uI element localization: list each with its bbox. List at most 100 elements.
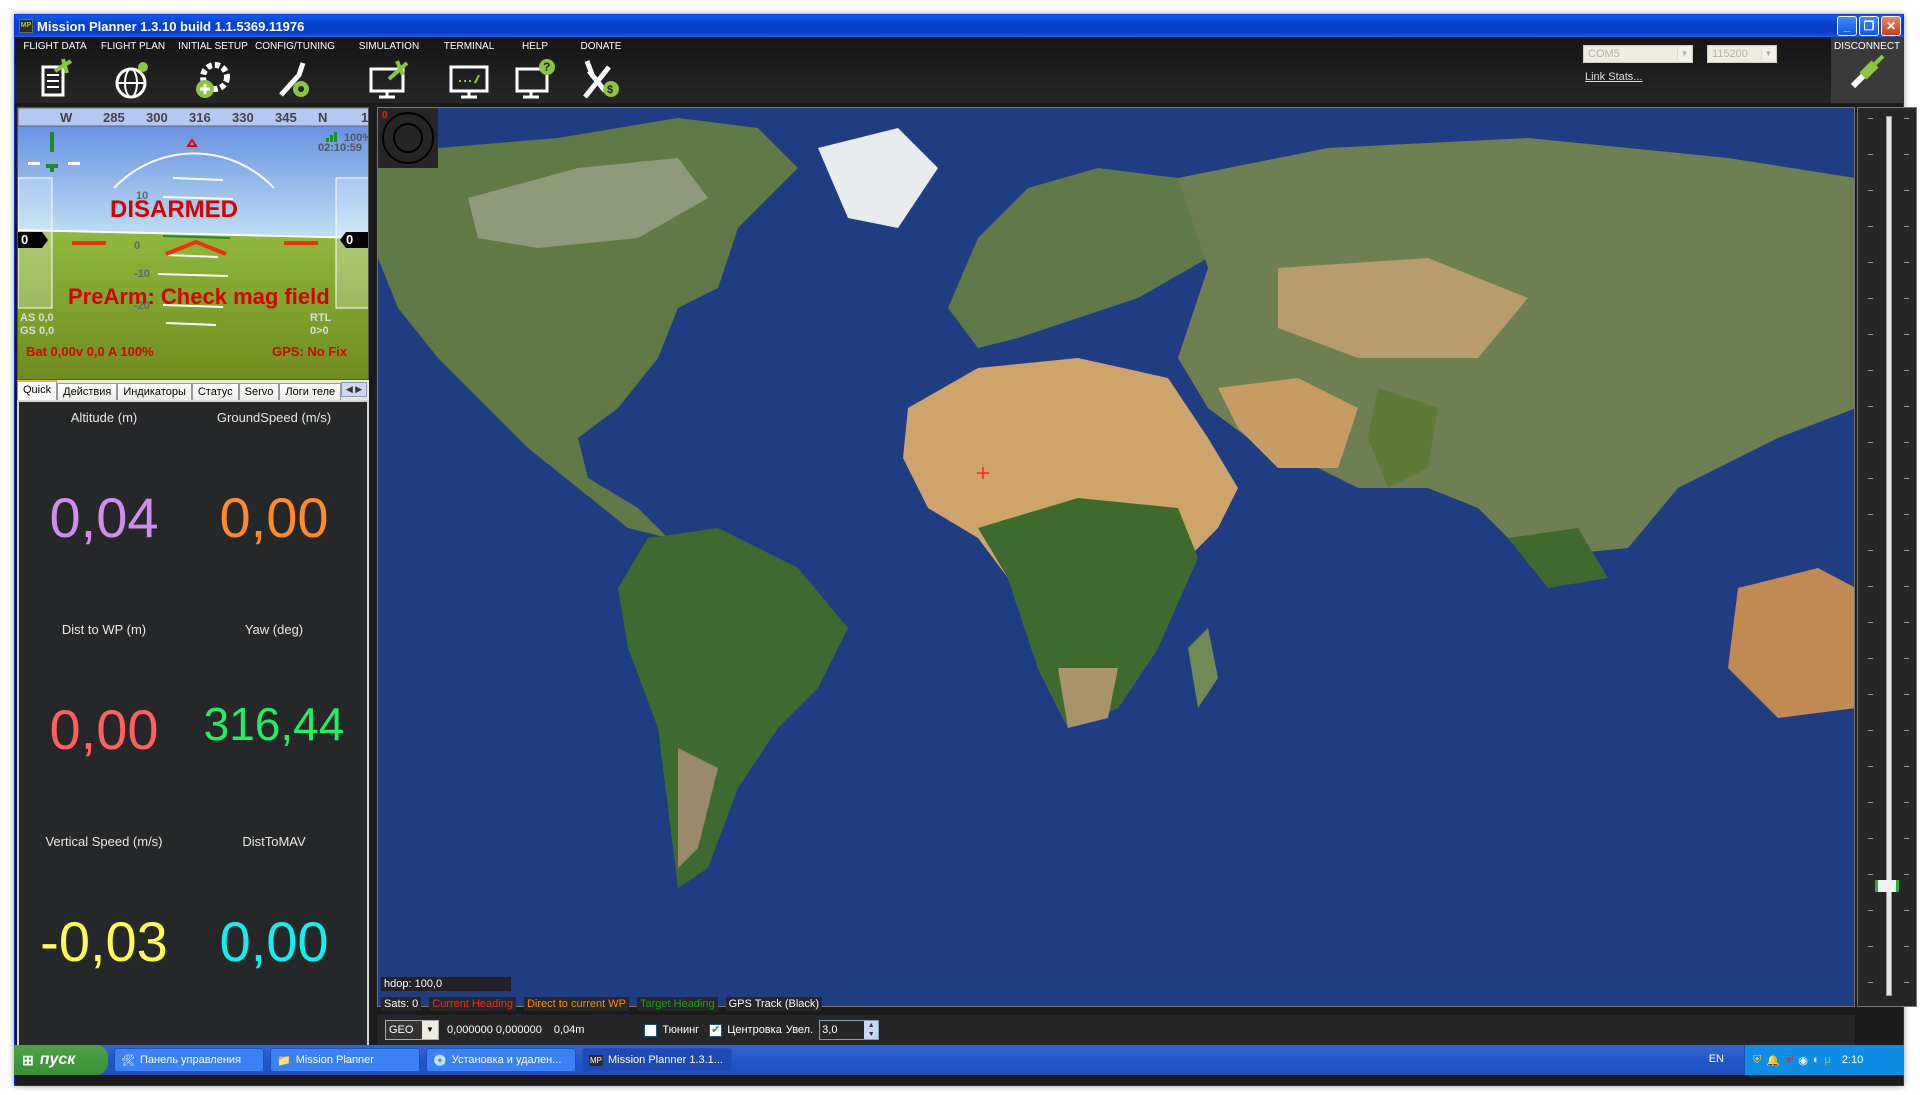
legend-direct-to-wp: Direct to current WP	[523, 997, 629, 1011]
task-label: Панель управления	[139, 1054, 242, 1066]
system-tray: ⛨ 🔔 ⛨ ◉ ◐ µ 2:10	[1744, 1045, 1904, 1075]
heading-tick-label: 285	[103, 110, 125, 125]
tab-actions[interactable]: Действия	[57, 383, 118, 400]
heading-tick-label: 316	[189, 110, 211, 125]
tab-servo[interactable]: Servo	[238, 383, 280, 400]
slider-tick	[1904, 514, 1909, 515]
compass-widget: 0	[378, 108, 438, 168]
taskbar-item[interactable]: 💿 Установка и удален...	[426, 1048, 576, 1072]
close-button[interactable]: ✕	[1881, 16, 1901, 36]
slider-tick	[1868, 982, 1873, 983]
slider-tick	[1868, 370, 1873, 371]
link-stats-link[interactable]: Link Stats...	[1585, 71, 1642, 83]
tab-quick[interactable]: Quick	[17, 380, 58, 400]
quick-yaw: Yaw (deg) 316,44	[189, 622, 359, 751]
slider-tick	[1904, 406, 1909, 407]
minimize-button[interactable]: _	[1837, 16, 1857, 36]
chrome-icon[interactable]: ◉	[1798, 1054, 1808, 1067]
port-select[interactable]: COM5 ▼	[1583, 45, 1693, 63]
mission-planner-icon: MP	[589, 1054, 603, 1066]
help-icon: ?	[515, 59, 555, 99]
slider-tick	[1868, 190, 1873, 191]
slider-tick	[1868, 262, 1873, 263]
slider-tick	[1868, 226, 1873, 227]
slider-tick	[1904, 190, 1909, 191]
slider-tick	[1868, 550, 1873, 551]
restore-button[interactable]: ❐	[1859, 16, 1879, 36]
menu-simulation[interactable]: SIMULATION	[349, 41, 429, 101]
task-label: Установка и удален...	[451, 1054, 562, 1066]
slider-tick	[1904, 478, 1909, 479]
slider-tick	[1904, 334, 1909, 335]
data-tabs: Quick Действия Индикаторы Статус Servo Л…	[17, 380, 369, 400]
hud-flight-mode: RTL	[310, 312, 332, 324]
map-zoom-slider[interactable]	[1857, 107, 1917, 1007]
task-label: Mission Planner 1.3.1...	[608, 1054, 723, 1066]
utorrent-icon[interactable]: µ	[1824, 1054, 1830, 1066]
tab-gauges[interactable]: Индикаторы	[117, 383, 192, 400]
slider-tick	[1868, 694, 1873, 695]
satellite-map[interactable]: 0	[377, 107, 1855, 1007]
heading-tick-label: W	[60, 110, 73, 125]
menu-label: SIMULATION	[358, 41, 420, 52]
flight-data-icon	[41, 58, 73, 97]
spinner-arrows-icon[interactable]: ▲ ▼	[864, 1021, 879, 1039]
speaker-icon[interactable]: ◐	[1813, 1054, 1820, 1066]
security-shield-icon[interactable]: ⛨	[1753, 1054, 1761, 1067]
taskbar-item-active[interactable]: MP Mission Planner 1.3.1...	[582, 1048, 732, 1072]
language-indicator[interactable]: EN	[1709, 1053, 1724, 1065]
quick-value: 0,00	[219, 486, 329, 549]
hud-prearm-message: PreArm: Check mag field	[68, 284, 330, 309]
tuning-checkbox[interactable]	[644, 1023, 658, 1037]
antivirus-icon[interactable]: ⛨	[1785, 1054, 1793, 1067]
notification-bell-icon[interactable]: 🔔	[1766, 1054, 1780, 1067]
menu-flight-plan[interactable]: FLIGHT PLAN	[93, 41, 173, 101]
quick-label: Vertical Speed (m/s)	[45, 834, 163, 849]
slider-tick	[1868, 478, 1873, 479]
slider-tick	[1904, 154, 1909, 155]
slider-tick	[1904, 766, 1909, 767]
quick-value: -0,03	[40, 910, 168, 973]
world-map-imagery	[378, 108, 1854, 1006]
windows-logo-icon: ⊞	[22, 1051, 34, 1068]
hud-time: 02:10:59	[318, 142, 363, 154]
pitch-label: 10	[136, 190, 149, 202]
pitch-label: -10	[134, 268, 150, 280]
legend-target-heading: Target Heading	[637, 997, 718, 1011]
tab-status[interactable]: Статус	[191, 383, 239, 400]
zoom-slider-thumb[interactable]	[1875, 880, 1899, 892]
config-tuning-icon	[279, 62, 309, 97]
baud-select[interactable]: 115200 ▼	[1707, 45, 1777, 63]
menu-flight-data[interactable]: FLIGHT DATA	[15, 41, 95, 101]
hud-speed-value: 0	[21, 232, 29, 247]
flight-plan-icon	[115, 62, 148, 99]
zoom-value-input[interactable]: 3,0 ▲ ▼	[819, 1020, 880, 1040]
hud-airspeed: AS 0,0	[20, 312, 54, 324]
windows-taskbar: ⊞ пуск 🛠 Панель управления 📁 Mission Plann…	[14, 1045, 1904, 1075]
menu-initial-setup[interactable]: INITIAL SETUP	[173, 41, 253, 101]
coord-system-select[interactable]: GEO ▼	[385, 1020, 439, 1040]
slider-tick	[1904, 586, 1909, 587]
slider-tick	[1868, 298, 1873, 299]
center-checkbox[interactable]: ✔	[709, 1023, 723, 1037]
quick-vertical-speed: Vertical Speed (m/s) -0,03	[19, 834, 189, 974]
menu-label: INITIAL SETUP	[178, 41, 248, 52]
zoom-label: Увел.	[785, 1024, 814, 1036]
zoom-slider-rail[interactable]	[1886, 116, 1892, 996]
slider-tick	[1904, 622, 1909, 623]
menu-config-tuning[interactable]: CONFIG/TUNING	[255, 41, 335, 101]
slider-tick	[1904, 730, 1909, 731]
menu-donate[interactable]: DONATE $	[561, 41, 641, 101]
taskbar-item[interactable]: 🛠 Панель управления	[114, 1048, 264, 1072]
mission-planner-window: MP Mission Planner 1.3.10 build 1.1.5369…	[14, 14, 1917, 1086]
slider-tick	[1904, 874, 1909, 875]
disconnect-button[interactable]: DISCONNECT	[1831, 37, 1903, 103]
heading-tick-label: 330	[232, 110, 254, 125]
slider-tick	[1904, 442, 1909, 443]
start-button[interactable]: ⊞ пуск	[14, 1045, 108, 1075]
tab-scroll-arrows[interactable]: ◀ ▶	[341, 382, 367, 397]
slider-tick	[1868, 586, 1873, 587]
slider-tick	[1868, 730, 1873, 731]
tab-telemetry-logs[interactable]: Логи теле	[279, 383, 342, 400]
taskbar-item[interactable]: 📁 Mission Planner	[270, 1048, 420, 1072]
